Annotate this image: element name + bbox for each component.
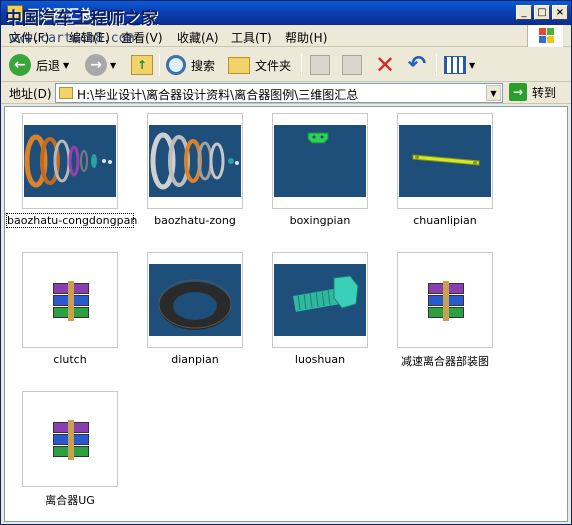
move-to-button[interactable] [310,52,330,78]
winrar-archive-icon [51,420,91,460]
undo-icon: ↶ [407,52,427,77]
back-arrow-icon: ← [9,54,31,76]
file-list-pane[interactable]: baozhatu-congdongpan baozhatu-zong boxin… [4,106,568,522]
washer-thumbnail [149,264,241,336]
toolbar-separator [301,54,302,76]
watermark-url: www.cartech8.com [9,31,135,46]
address-path: H:\毕业设计\离合器设计资料\离合器图例\三维图汇总 [77,88,359,102]
file-name: clutch [53,353,87,366]
views-button[interactable]: ▼ [444,52,475,78]
copy-to-icon [342,55,362,75]
toolbar-separator [159,54,160,76]
forward-arrow-icon: → [85,54,107,76]
folders-icon [228,56,250,74]
toolbar-separator [436,54,437,76]
file-item[interactable]: boxingpian [257,113,383,231]
file-item[interactable]: baozhatu-congdongpan [6,113,138,231]
file-item[interactable]: luoshuan [257,252,383,370]
views-icon [444,56,466,74]
delete-button[interactable]: ✕ [374,52,396,78]
transmission-strap-thumbnail [399,125,491,197]
move-to-icon [310,55,330,75]
undo-button[interactable]: ↶ [406,52,428,78]
back-label: 后退 [36,58,61,73]
file-name: luoshuan [294,353,346,366]
file-item[interactable]: clutch [7,252,133,370]
delete-x-icon: ✕ [374,51,396,79]
explorer-window: 三维图汇总 中国汽车工程师之家 _ □ × www.cartech8.com 文… [0,0,572,525]
views-dropdown-icon[interactable]: ▼ [469,61,475,70]
winrar-archive-icon [426,281,466,321]
bolt-thumbnail [274,264,366,336]
menu-tools[interactable]: 工具(T) [231,29,272,46]
windows-logo-icon [527,25,563,47]
file-name: 离合器UG [45,494,95,507]
file-name: baozhatu-zong [154,214,236,227]
archive-thumbnail [22,391,118,487]
up-folder-button[interactable]: ↑ [131,52,153,78]
file-item[interactable]: baozhatu-zong [132,113,258,231]
file-item[interactable]: chuanlipian [382,113,508,231]
title-bar[interactable]: 三维图汇总 中国汽车工程师之家 _ □ × [1,1,571,29]
go-button[interactable]: → 转到 [509,83,556,101]
file-name: baozhatu-congdongpan [6,213,138,228]
file-name: dianpian [171,353,219,366]
file-item[interactable]: 减速离合器部装图 [382,252,508,370]
address-dropdown-icon[interactable]: ▼ [486,85,501,101]
menu-help[interactable]: 帮助(H) [285,29,327,46]
forward-dropdown-icon[interactable]: ▼ [110,61,116,70]
image-thumbnail [147,252,243,348]
search-button[interactable]: 搜索 [166,52,215,78]
image-thumbnail [272,113,368,209]
search-icon [166,55,186,75]
exploded-assembly-thumbnail [149,125,241,197]
copy-to-button[interactable] [342,52,362,78]
address-bar: 地址(D) H:\毕业设计\离合器设计资料\离合器图例\三维图汇总 ▼ → 转到 [1,82,571,104]
folders-button[interactable]: 文件夹 [228,52,291,78]
file-name: boxingpian [289,214,351,227]
search-label: 搜索 [191,58,216,73]
image-thumbnail [397,113,493,209]
image-thumbnail [22,113,118,209]
minimize-button[interactable]: _ [516,5,532,20]
archive-thumbnail [397,252,493,348]
file-name: chuanlipian [413,214,477,227]
wave-spring-thumbnail [274,125,366,197]
image-thumbnail [272,252,368,348]
back-dropdown-icon[interactable]: ▼ [63,61,69,70]
folder-icon [59,87,73,99]
file-name: 减速离合器部装图 [401,355,489,368]
file-item[interactable]: dianpian [132,252,258,370]
address-input[interactable]: H:\毕业设计\离合器设计资料\离合器图例\三维图汇总 ▼ [55,83,503,103]
go-label: 转到 [532,85,557,100]
up-folder-icon: ↑ [131,55,153,75]
image-thumbnail [147,113,243,209]
menu-favorites[interactable]: 收藏(A) [177,29,219,46]
folders-label: 文件夹 [255,58,292,73]
address-label: 地址(D) [9,87,52,101]
close-button[interactable]: × [552,5,568,20]
winrar-archive-icon [51,281,91,321]
exploded-driven-disc-thumbnail [24,125,116,197]
go-arrow-icon: → [509,83,527,101]
file-item[interactable]: 离合器UG [7,391,133,509]
maximize-button[interactable]: □ [534,5,550,20]
back-button[interactable]: ← 后退 ▼ [9,52,69,78]
forward-button[interactable]: → ▼ [85,52,116,78]
toolbar: ← 后退 ▼ → ▼ ↑ 搜索 文件夹 ✕ ↶ ▼ [1,48,571,82]
archive-thumbnail [22,252,118,348]
